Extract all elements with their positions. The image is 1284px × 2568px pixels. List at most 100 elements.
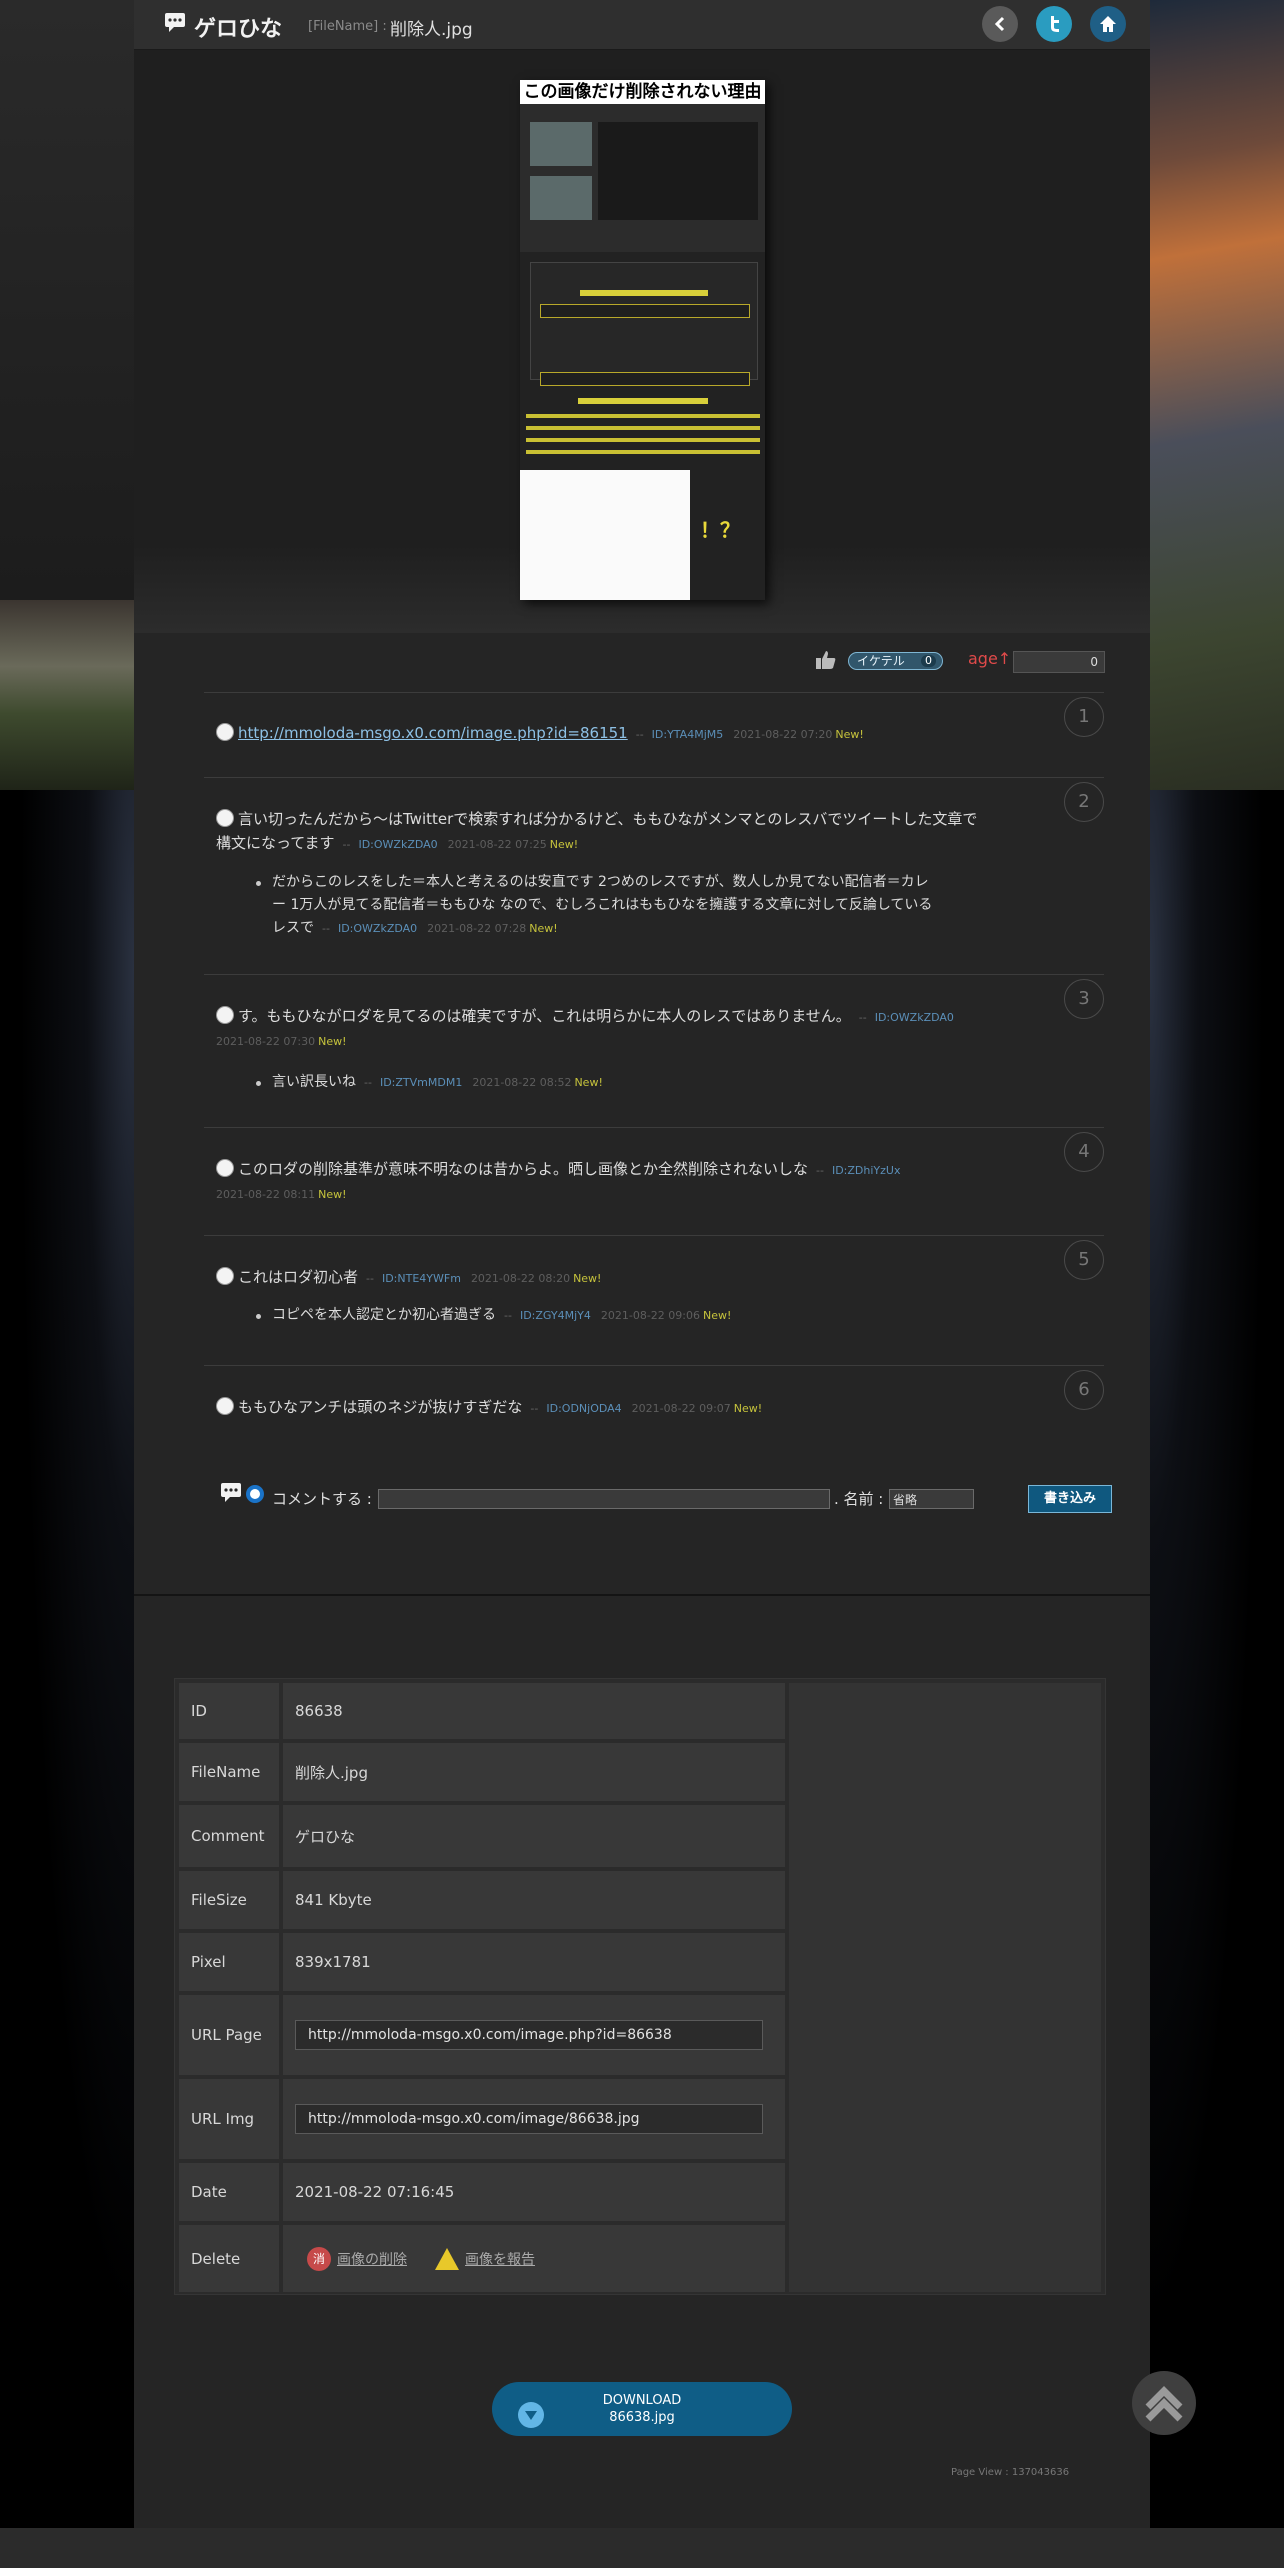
preview-thumb-2 — [530, 176, 592, 220]
comment-label: コメントする : — [272, 1490, 372, 1508]
warning-icon — [435, 2247, 459, 2270]
preview-dark-pane — [598, 122, 758, 220]
chevron-left-icon — [994, 16, 1005, 32]
comment-radio-selected[interactable] — [246, 1485, 264, 1503]
info-row-filename: FileName 削除人.jpg — [179, 1743, 785, 1801]
comment-id: ID:ZTVmMDM1 — [379, 1076, 463, 1089]
reply-bullet — [256, 881, 261, 886]
new-badge: New! — [318, 1035, 347, 1048]
age-count: 0 — [1013, 651, 1105, 673]
comment-meta: 2021-08-22 07:30 New! — [216, 1029, 347, 1053]
comment-radio[interactable] — [216, 1159, 234, 1177]
comment-radio[interactable] — [216, 809, 234, 827]
preview-highlight-box-1 — [540, 304, 750, 318]
comment-item: 2 言い切ったんだから～はTwitterで検索すれば分かるけど、ももひながメンマ… — [204, 777, 1104, 974]
preview-tweet-card — [520, 470, 690, 600]
comment-text: 言い切ったんだから～はTwitterで検索すれば分かるけど、ももひながメンマとの… — [216, 808, 977, 830]
comment-number: 2 — [1064, 782, 1104, 822]
comment-text: http://mmoloda-msgo.x0.com/image.php?id=… — [216, 722, 864, 746]
comment-radio[interactable] — [216, 723, 234, 741]
background-left-top — [0, 0, 134, 600]
twitter-icon — [1051, 16, 1059, 32]
name-label: . 名前 : — [834, 1490, 884, 1508]
info-row-filesize: FileSize 841 Kbyte — [179, 1871, 785, 1929]
name-input[interactable] — [889, 1489, 974, 1509]
preview-yellow-line-4 — [526, 450, 760, 454]
new-badge: New! — [529, 922, 558, 935]
report-image-link[interactable]: 画像を報告 — [465, 2249, 535, 2269]
info-row-pixel: Pixel 839x1781 — [179, 1933, 785, 1991]
thumbs-up-icon[interactable] — [815, 649, 837, 671]
new-badge: New! — [703, 1309, 732, 1322]
info-row-delete: Delete 消 画像の削除 画像を報告 — [179, 2225, 785, 2292]
iketel-label: イケテル — [857, 654, 905, 668]
comment-number: 3 — [1064, 979, 1104, 1019]
comment-meta: 2021-08-22 08:11 New! — [216, 1182, 347, 1206]
scroll-to-top-button[interactable] — [1132, 2371, 1196, 2435]
delete-image-link[interactable]: 画像の削除 — [337, 2249, 407, 2269]
reply-text-cont: ー 1万人が見てる配信者＝ももひな なので、むしろこれはももひなを擁護する文章に… — [272, 897, 933, 913]
twitter-button[interactable] — [1036, 6, 1072, 42]
comment-radio[interactable] — [216, 1006, 234, 1024]
comment-text: これはロダ初心者 -- ID:NTE4YWFm 2021-08-22 08:20 New… — [216, 1266, 601, 1290]
reply-text-cont: レスで -- ID:OWZkZDA0 2021-08-22 07:28 New! — [272, 920, 558, 936]
url-img-field[interactable]: http://mmoloda-msgo.x0.com/image/86638.j… — [295, 2104, 763, 2134]
comment-date: 2021-08-22 07:20 — [733, 728, 833, 741]
comment-item: 4 このロダの削除基準が意味不明なのは昔からよ。晒し画像とか全然削除されないしな… — [204, 1127, 1104, 1235]
background-right-dark — [1150, 790, 1284, 2568]
section-divider — [134, 1594, 1150, 1596]
back-button[interactable] — [982, 6, 1018, 42]
comment-text-cont: 構文になってます -- ID:OWZkZDA0 2021-08-22 07:25 New… — [216, 834, 579, 852]
preview-exclaim-text: ！？ — [700, 518, 740, 542]
comment-item: 1 http://mmoloda-msgo.x0.com/image.php?i… — [204, 692, 1104, 777]
preview-thumb-1 — [530, 122, 592, 166]
comment-id: ID:NTE4YWFm — [381, 1272, 461, 1285]
comment-id: ID:ODNjODA4 — [546, 1402, 622, 1415]
uploaded-image-preview[interactable]: この画像だけ削除されない理由 ！？ — [520, 80, 765, 600]
info-side-panel — [789, 1683, 1101, 2292]
reply-bullet — [256, 1081, 261, 1086]
preview-highlight-box-2 — [540, 372, 750, 386]
new-badge: New! — [835, 728, 864, 741]
reply-bullet — [256, 1314, 261, 1319]
comment-input[interactable] — [378, 1489, 830, 1509]
comment-item: 6 ももひなアンチは頭のネジが抜けすぎだな -- ID:ODNjODA4 2021-0… — [204, 1365, 1104, 1450]
background-left-landscape — [0, 600, 134, 790]
comment-number: 4 — [1064, 1132, 1104, 1172]
delete-icon: 消 — [307, 2246, 331, 2271]
comment-id: ID:OWZkZDA0 — [358, 838, 438, 851]
comment-item: 5 これはロダ初心者 -- ID:NTE4YWFm 2021-08-22 08:20 N… — [204, 1235, 1104, 1365]
new-badge: New! — [573, 1272, 602, 1285]
comment-radio[interactable] — [216, 1397, 234, 1415]
comment-id: ID:OWZkZDA0 — [874, 1011, 954, 1024]
new-badge: New! — [549, 838, 579, 851]
speech-bubble-icon — [165, 13, 185, 32]
url-page-field[interactable]: http://mmoloda-msgo.x0.com/image.php?id=… — [295, 2020, 763, 2050]
download-filename: 86638.jpg — [609, 2410, 675, 2425]
iketel-button[interactable]: イケテル 0 — [848, 652, 943, 670]
age-button[interactable]: age↑ — [968, 649, 1011, 668]
site-title[interactable]: ゲロひな — [194, 11, 282, 43]
comment-link[interactable]: http://mmoloda-msgo.x0.com/image.php?id=… — [238, 724, 628, 742]
comment-id: ID:ZDhiYzUx — [831, 1164, 901, 1177]
reply-text: 言い訳長いね -- ID:ZTVmMDM1 2021-08-22 08:52 New! — [272, 1074, 603, 1090]
top-bar: ゲロひな [FileName] : 削除人.jpg — [134, 0, 1150, 50]
download-button[interactable]: DOWNLOAD 86638.jpg — [492, 2382, 792, 2436]
filename-label: [FileName] : — [308, 19, 387, 34]
comment-radio[interactable] — [216, 1267, 234, 1285]
home-button[interactable] — [1090, 6, 1126, 42]
comment-number: 1 — [1064, 697, 1104, 737]
preview-rules-panel — [530, 262, 758, 380]
preview-yellow-heading-1 — [580, 290, 708, 296]
comment-date: 2021-08-22 07:30 — [216, 1035, 316, 1048]
info-row-date: Date 2021-08-22 07:16:45 — [179, 2163, 785, 2221]
submit-button[interactable]: 書き込み — [1028, 1485, 1112, 1513]
comment-date: 2021-08-22 09:07 — [631, 1402, 731, 1415]
background-right-artwork — [1150, 0, 1284, 790]
new-badge: New! — [318, 1188, 347, 1201]
comment-date: 2021-08-22 07:28 — [427, 922, 527, 935]
preview-yellow-line-3 — [526, 438, 760, 442]
image-area: この画像だけ削除されない理由 ！？ — [134, 50, 1150, 633]
comment-number: 6 — [1064, 1370, 1104, 1410]
comment-number: 5 — [1064, 1240, 1104, 1280]
